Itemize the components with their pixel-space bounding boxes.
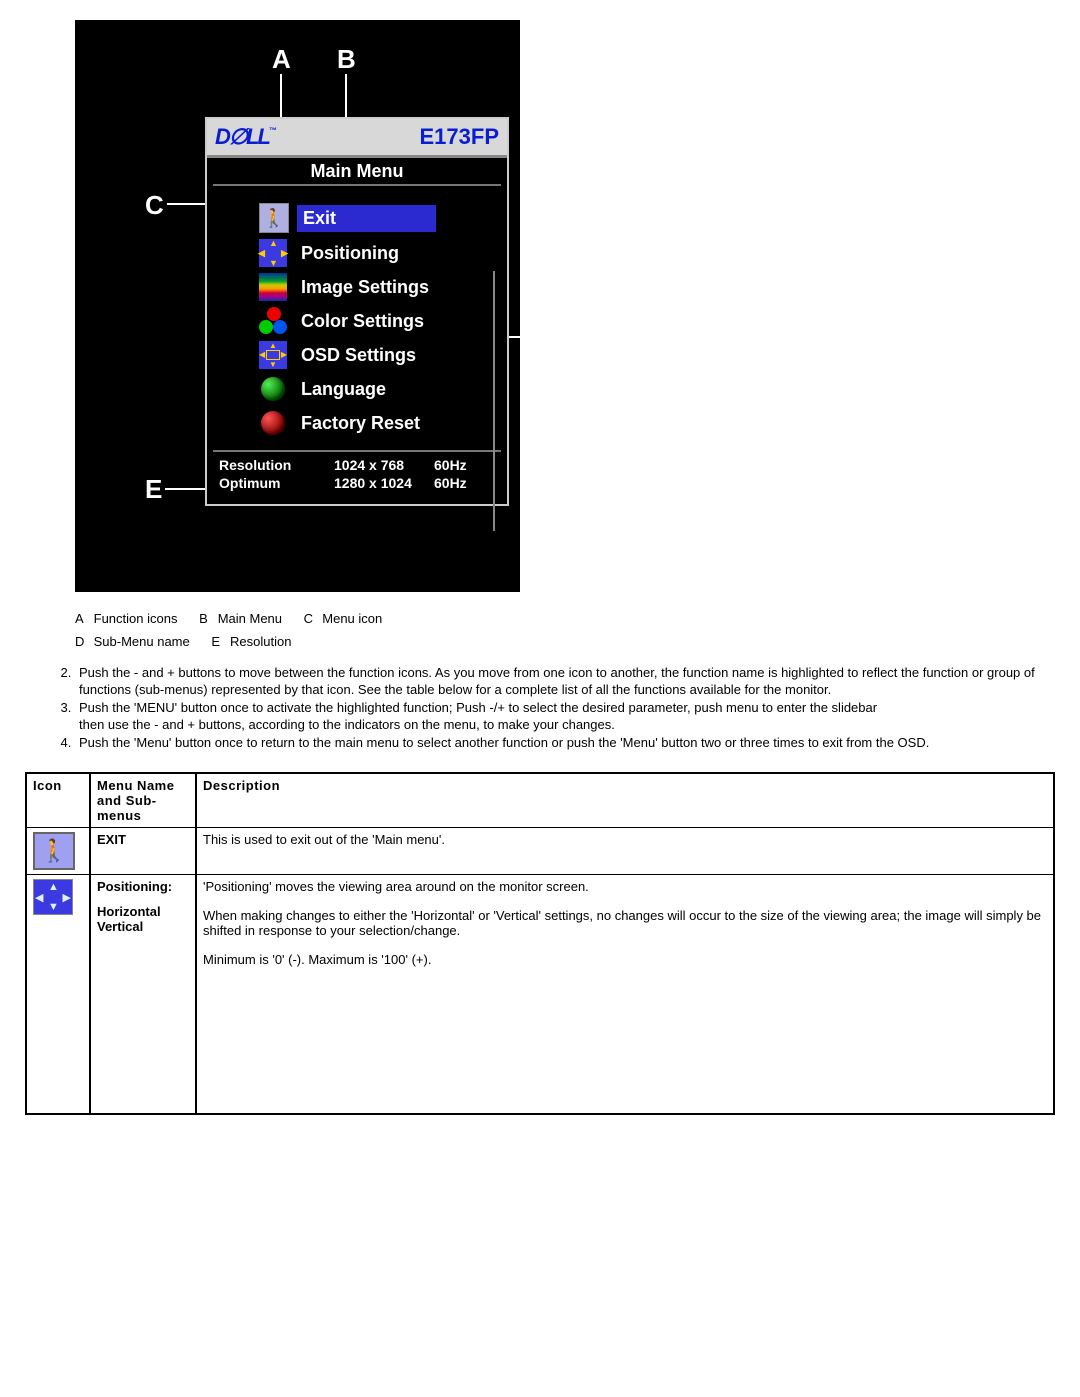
instruction-list: Push the - and + buttons to move between… <box>45 664 1055 752</box>
cell-desc: 'Positioning' moves the viewing area aro… <box>196 874 1054 1114</box>
callout-B: B <box>337 44 356 75</box>
osd-title: Main Menu <box>207 158 507 184</box>
table-row: ▲ ◀ ▶ ▼ Positioning: Horizontal Vertical… <box>26 874 1054 1114</box>
description-table: Icon Menu Name and Sub-menus Description… <box>25 772 1055 1116</box>
language-icon <box>259 375 287 403</box>
osd-dialog: D∅LL™ E173FP Main Menu 🚶 Exit ▲ ◀ ▶ ▼ <box>205 117 509 506</box>
callout-D: D <box>535 322 554 353</box>
callout-E: E <box>145 474 162 505</box>
optimum-label: Optimum <box>219 475 334 491</box>
menu-item-positioning[interactable]: ▲ ◀ ▶ ▼ Positioning <box>207 236 507 270</box>
leader-A <box>280 74 282 119</box>
resolution-hz: 60Hz <box>434 457 467 473</box>
table-row: 🚶 EXIT This is used to exit out of the '… <box>26 827 1054 874</box>
menu-item-language[interactable]: Language <box>207 372 507 406</box>
osd-screenshot: A B C D E D∅LL™ E173FP Main Menu 🚶 Exit <box>75 20 520 592</box>
menu-item-exit[interactable]: 🚶 Exit <box>207 200 507 236</box>
model-number: E173FP <box>420 124 500 150</box>
th-icon: Icon <box>26 773 90 828</box>
dell-logo: D∅LL™ <box>215 124 276 150</box>
instruction-item: Push the 'MENU' button once to activate … <box>75 699 1055 734</box>
osd-settings-icon: ▲ ◀ ▶ ▼ <box>259 341 287 369</box>
cell-menu-name: Positioning: Horizontal Vertical <box>90 874 196 1114</box>
menu-item-color-settings[interactable]: Color Settings <box>207 304 507 338</box>
positioning-icon: ▲ ◀ ▶ ▼ <box>33 879 73 915</box>
th-menu: Menu Name and Sub-menus <box>90 773 196 828</box>
optimum-value: 1280 x 1024 <box>334 475 434 491</box>
cell-icon: ▲ ◀ ▶ ▼ <box>26 874 90 1114</box>
resolution-value: 1024 x 768 <box>334 457 434 473</box>
osd-header: D∅LL™ E173FP <box>207 119 507 155</box>
optimum-hz: 60Hz <box>434 475 467 491</box>
color-settings-icon <box>259 307 287 335</box>
positioning-icon: ▲ ◀ ▶ ▼ <box>259 239 287 267</box>
cell-desc: This is used to exit out of the 'Main me… <box>196 827 1054 874</box>
menu-item-osd-settings[interactable]: ▲ ◀ ▶ ▼ OSD Settings <box>207 338 507 372</box>
cell-icon: 🚶 <box>26 827 90 874</box>
th-desc: Description <box>196 773 1054 828</box>
cell-menu-name: EXIT <box>90 827 196 874</box>
resolution-label: Resolution <box>219 457 334 473</box>
menu-list: 🚶 Exit ▲ ◀ ▶ ▼ Positioning Image Setting… <box>207 186 507 450</box>
exit-icon: 🚶 <box>33 832 75 870</box>
instruction-item: Push the - and + buttons to move between… <box>75 664 1055 699</box>
callout-legend: A Function icons B Main Menu C Menu icon… <box>75 607 1055 654</box>
image-settings-icon <box>259 273 287 301</box>
exit-icon: 🚶 <box>259 203 289 233</box>
callout-A: A <box>272 44 291 75</box>
menu-item-image-settings[interactable]: Image Settings <box>207 270 507 304</box>
instruction-item: Push the 'Menu' button once to return to… <box>75 734 1055 752</box>
factory-reset-icon <box>259 409 287 437</box>
menu-item-factory-reset[interactable]: Factory Reset <box>207 406 507 440</box>
resolution-block: Resolution 1024 x 768 60Hz Optimum 1280 … <box>207 452 507 504</box>
callout-C: C <box>145 190 164 221</box>
